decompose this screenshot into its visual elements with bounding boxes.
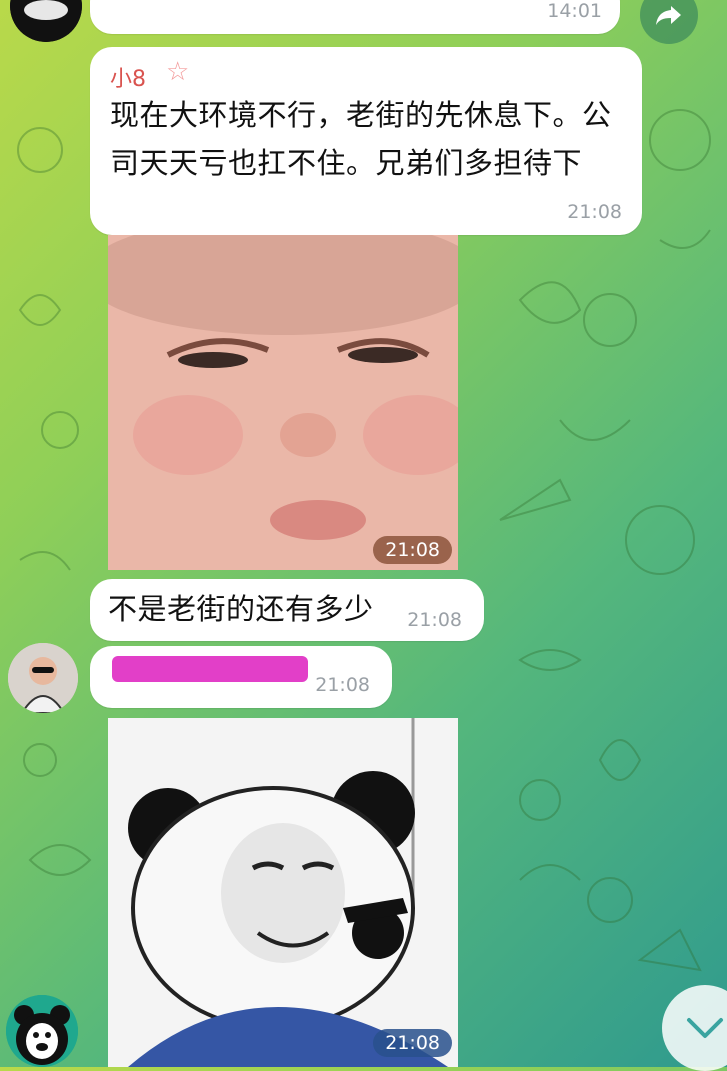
panda-meme-image (108, 718, 458, 1067)
avatar[interactable] (8, 643, 78, 713)
avatar-image (8, 643, 78, 713)
chevron-down-icon (687, 1018, 723, 1038)
avatar[interactable] (10, 0, 82, 42)
sticker-message[interactable]: 21:08 (108, 718, 458, 1067)
message-text: 现在大环境不行，老街的先休息下。公司天天亏也扛不住。兄弟们多担待下 (110, 98, 612, 180)
message-bubble[interactable]: 21:08 (90, 646, 392, 708)
message-time: 21:08 (567, 201, 622, 223)
redacted-text (112, 656, 308, 682)
message-bubble[interactable]: 小8 ☆ 现在大环境不行，老街的先休息下。公司天天亏也扛不住。兄弟们多担待下 2… (90, 47, 642, 235)
photo-message[interactable]: 21:08 (108, 235, 458, 570)
bear-avatar-image (6, 995, 78, 1067)
sender-name[interactable]: 小8 (110, 61, 146, 93)
message-bubble[interactable]: 14:01 (90, 0, 620, 34)
forward-button[interactable] (640, 0, 698, 44)
star-icon: ☆ (166, 57, 190, 87)
forward-arrow-icon (656, 6, 681, 25)
message-time: 21:08 (407, 609, 462, 631)
scroll-to-bottom-button[interactable] (662, 985, 727, 1071)
photo-time: 21:08 (373, 1029, 452, 1057)
baby-face-image (108, 235, 458, 570)
message-time: 21:08 (315, 674, 370, 696)
photo-time: 21:08 (373, 536, 452, 564)
avatar[interactable] (6, 995, 78, 1067)
avatar-image (10, 0, 82, 42)
message-text: 不是老街的还有多少 (108, 592, 374, 626)
message-bubble[interactable]: 不是老街的还有多少 21:08 (90, 579, 484, 641)
message-time: 14:01 (547, 0, 602, 22)
